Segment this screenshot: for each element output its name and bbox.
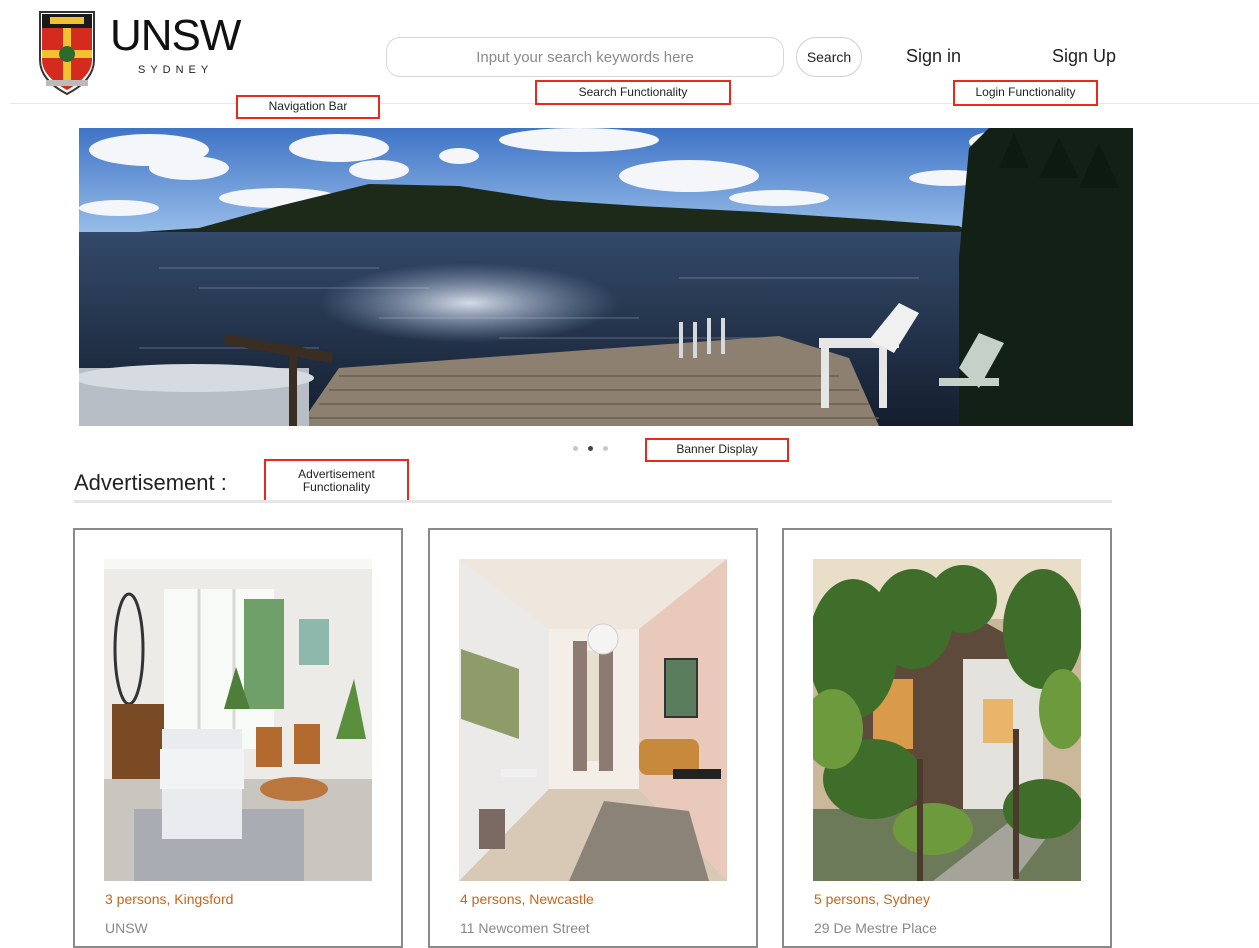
annotation-login-functionality: Login Functionality	[953, 80, 1098, 106]
annotation-banner-display: Banner Display	[645, 438, 789, 462]
banner-pagination	[573, 446, 608, 451]
listing-card-sydney[interactable]: 5 persons, Sydney 29 De Mestre Place	[782, 528, 1112, 948]
listing-image-newcastle[interactable]	[459, 559, 727, 881]
unsw-wordmark-sub: SYDNEY	[138, 64, 214, 76]
listing-card-kingsford[interactable]: 3 persons, Kingsford UNSW	[73, 528, 403, 948]
listing-image-kingsford[interactable]	[104, 559, 372, 881]
listing-address-sydney: 29 De Mestre Place	[814, 920, 937, 936]
search-input[interactable]	[386, 37, 784, 77]
listing-title-newcastle[interactable]: 4 persons, Newcastle	[460, 891, 594, 907]
sign-in-link[interactable]: Sign in	[906, 46, 961, 67]
listing-address-newcastle: 11 Newcomen Street	[460, 920, 590, 936]
annotation-navigation-bar: Navigation Bar	[236, 95, 380, 119]
unsw-crest-logo[interactable]	[38, 10, 96, 96]
advertisement-heading: Advertisement :	[74, 470, 227, 495]
listing-card-newcastle[interactable]: 4 persons, Newcastle 11 Newcomen Street	[428, 528, 758, 948]
listing-image-sydney[interactable]	[813, 559, 1081, 881]
advertisement-divider	[74, 500, 1112, 503]
annotation-search-functionality: Search Functionality	[535, 80, 731, 105]
annotation-advertisement-functionality: Advertisement Functionality	[264, 459, 409, 503]
banner-dot-1[interactable]	[573, 446, 578, 451]
listing-title-kingsford[interactable]: 3 persons, Kingsford	[105, 891, 233, 907]
search-button[interactable]: Search	[796, 37, 862, 77]
banner-image[interactable]	[79, 128, 1133, 426]
unsw-wordmark: UNSW	[110, 11, 241, 60]
banner-dot-2[interactable]	[588, 446, 593, 451]
listing-title-sydney[interactable]: 5 persons, Sydney	[814, 891, 930, 907]
banner-dot-3[interactable]	[603, 446, 608, 451]
listing-address-kingsford: UNSW	[105, 920, 148, 936]
sign-up-link[interactable]: Sign Up	[1052, 46, 1116, 67]
